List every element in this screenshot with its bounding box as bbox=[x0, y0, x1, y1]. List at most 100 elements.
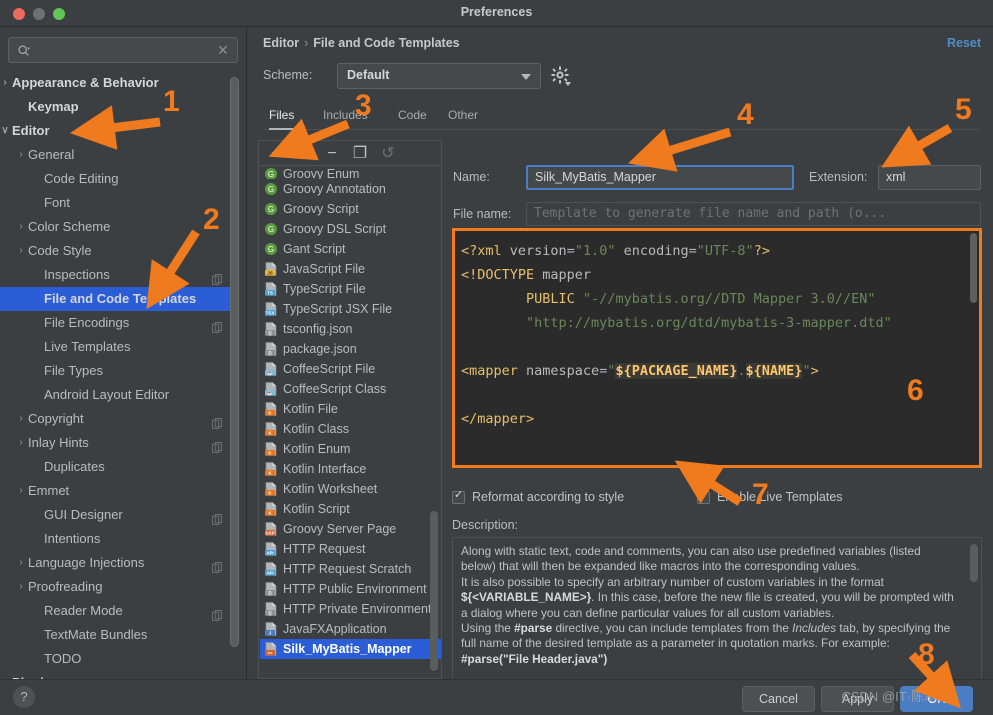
template-list-item-label: Kotlin Worksheet bbox=[283, 482, 378, 496]
template-list-item[interactable]: GSP Groovy Server Page bbox=[260, 519, 441, 539]
remove-button[interactable]: − bbox=[323, 145, 341, 163]
template-list-item[interactable]: K Kotlin File bbox=[260, 399, 441, 419]
help-button[interactable]: ? bbox=[13, 686, 35, 708]
template-list-item[interactable]: G Groovy DSL Script bbox=[260, 219, 441, 239]
template-list-item[interactable]: G Gant Script bbox=[260, 239, 441, 259]
template-list-item[interactable]: {} package.json bbox=[260, 339, 441, 359]
ok-button[interactable]: OK bbox=[900, 686, 973, 712]
search-input[interactable] bbox=[39, 38, 219, 62]
apply-button[interactable]: Apply bbox=[821, 686, 894, 712]
gear-icon[interactable] bbox=[551, 66, 571, 86]
sidebar-item-emmet[interactable]: › Emmet bbox=[0, 479, 233, 503]
template-list-item[interactable]: K Kotlin Worksheet bbox=[260, 479, 441, 499]
sidebar-item-editor[interactable]: ∨ Editor bbox=[0, 119, 233, 143]
sidebar-item-keymap[interactable]: Keymap bbox=[0, 95, 233, 119]
template-list-item[interactable]: K Kotlin Enum bbox=[260, 439, 441, 459]
close-icon[interactable]: ✕ bbox=[216, 43, 230, 57]
sidebar-item-code-style[interactable]: › Code Style bbox=[0, 239, 233, 263]
tab-code[interactable]: Code bbox=[398, 105, 427, 130]
template-list-item[interactable]: TSX TypeScript JSX File bbox=[260, 299, 441, 319]
extension-input[interactable]: xml bbox=[878, 165, 981, 190]
sidebar-item-gui-designer[interactable]: GUI Designer bbox=[0, 503, 233, 527]
template-list-item[interactable]: <> Silk_MyBatis_Mapper bbox=[260, 639, 441, 659]
sidebar-item-inlay-hints[interactable]: › Inlay Hints bbox=[0, 431, 233, 455]
scheme-select[interactable]: Default bbox=[337, 63, 541, 89]
svg-text:JS: JS bbox=[267, 270, 272, 275]
reset-link[interactable]: Reset bbox=[947, 36, 981, 50]
template-list-item[interactable]: ☕ CoffeeScript File bbox=[260, 359, 441, 379]
chevron-right-icon[interactable]: › bbox=[16, 407, 26, 431]
template-list-item[interactable]: {} tsconfig.json bbox=[260, 319, 441, 339]
tab-files[interactable]: Files bbox=[269, 105, 295, 130]
template-list-item[interactable]: K Kotlin Script bbox=[260, 499, 441, 519]
sidebar-item-copyright[interactable]: › Copyright bbox=[0, 407, 233, 431]
cancel-button[interactable]: Cancel bbox=[742, 686, 815, 712]
template-list-item[interactable]: {} HTTP Public Environment bbox=[260, 579, 441, 599]
svg-text:G: G bbox=[268, 170, 274, 179]
template-list-item[interactable]: TS TypeScript File bbox=[260, 279, 441, 299]
chevron-down-icon[interactable]: ∨ bbox=[0, 119, 10, 143]
sidebar-item-language-injections[interactable]: › Language Injections bbox=[0, 551, 233, 575]
sidebar-item-proofreading[interactable]: › Proofreading bbox=[0, 575, 233, 599]
sidebar-item-appearance-behavior[interactable]: › Appearance & Behavior bbox=[0, 71, 233, 95]
sidebar-item-android-layout-editor[interactable]: Android Layout Editor bbox=[0, 383, 233, 407]
sidebar-item-code-editing[interactable]: Code Editing bbox=[0, 167, 233, 191]
checkbox-enable-live-templates[interactable] bbox=[697, 489, 710, 504]
template-list-item[interactable]: G Groovy Script bbox=[260, 199, 441, 219]
sidebar-item-file-and-code-templates[interactable]: File and Code Templates bbox=[0, 287, 233, 311]
template-list-item[interactable]: JS JavaScript File bbox=[260, 259, 441, 279]
template-list-item[interactable]: K Kotlin Interface bbox=[260, 459, 441, 479]
template-list-item[interactable]: ☕ CoffeeScript Class bbox=[260, 379, 441, 399]
checkbox-label[interactable]: Enable Live Templates bbox=[717, 490, 843, 504]
sidebar-item-duplicates[interactable]: Duplicates bbox=[0, 455, 233, 479]
filename-input[interactable]: Template to generate file name and path … bbox=[526, 202, 981, 226]
description-scrollbar[interactable] bbox=[970, 544, 978, 582]
checkbox-label[interactable]: Reformat according to style bbox=[472, 490, 624, 504]
sidebar-item-reader-mode[interactable]: Reader Mode bbox=[0, 599, 233, 623]
chevron-right-icon[interactable]: › bbox=[16, 143, 26, 167]
sidebar-item-intentions[interactable]: Intentions bbox=[0, 527, 233, 551]
sidebar-item-todo[interactable]: TODO bbox=[0, 647, 233, 671]
json-file-icon: {} bbox=[264, 582, 278, 596]
template-list-item[interactable]: API HTTP Request bbox=[260, 539, 441, 559]
template-code-editor[interactable]: <?xml version="1.0" encoding="UTF-8"?> <!… bbox=[452, 228, 982, 468]
duplicate-button[interactable]: ❐ bbox=[351, 145, 369, 163]
sidebar-item-file-types[interactable]: File Types bbox=[0, 359, 233, 383]
chevron-right-icon[interactable]: › bbox=[16, 551, 26, 575]
template-list-item[interactable]: G Groovy Annotation bbox=[260, 179, 441, 199]
template-list-item[interactable]: API HTTP Request Scratch bbox=[260, 559, 441, 579]
copy-template-button[interactable]: ⧉ bbox=[295, 145, 313, 163]
template-list-item[interactable]: K Kotlin Class bbox=[260, 419, 441, 439]
template-list-item[interactable]: G Groovy Enum bbox=[260, 167, 441, 179]
sidebar-scrollbar[interactable] bbox=[230, 77, 239, 647]
sidebar-item-live-templates[interactable]: Live Templates bbox=[0, 335, 233, 359]
svg-text:G: G bbox=[268, 245, 274, 254]
sidebar-item-textmate-bundles[interactable]: TextMate Bundles bbox=[0, 623, 233, 647]
template-list-item[interactable]: {} HTTP Private Environment bbox=[260, 599, 441, 619]
chevron-right-icon[interactable]: › bbox=[16, 431, 26, 455]
sidebar-item-file-encodings[interactable]: File Encodings bbox=[0, 311, 233, 335]
chevron-right-icon[interactable]: › bbox=[16, 239, 26, 263]
template-list-item-label: JavaFXApplication bbox=[283, 622, 387, 636]
chevron-right-icon[interactable]: › bbox=[16, 215, 26, 239]
name-input[interactable]: Silk_MyBatis_Mapper bbox=[526, 165, 794, 190]
sidebar-item-plugins[interactable]: Plugins bbox=[0, 671, 233, 679]
breadcrumb-root[interactable]: Editor bbox=[263, 36, 299, 50]
template-list-item[interactable]: J JavaFXApplication bbox=[260, 619, 441, 639]
tab-other[interactable]: Other bbox=[448, 105, 478, 130]
reset-to-default-button[interactable]: ↺ bbox=[379, 145, 397, 163]
template-list-scrollbar[interactable] bbox=[430, 511, 438, 671]
sidebar-item-font[interactable]: Font bbox=[0, 191, 233, 215]
chevron-right-icon[interactable]: › bbox=[0, 71, 10, 95]
chevron-right-icon[interactable]: › bbox=[16, 479, 26, 503]
sidebar-search[interactable]: ✕ bbox=[8, 37, 238, 63]
sidebar-item-general[interactable]: › General bbox=[0, 143, 233, 167]
chevron-right-icon[interactable]: › bbox=[16, 575, 26, 599]
sidebar-item-inspections[interactable]: Inspections bbox=[0, 263, 233, 287]
add-button[interactable]: + bbox=[267, 145, 285, 163]
template-list[interactable]: G Groovy Enum G Groovy Annotation G Groovy Sc… bbox=[260, 167, 441, 678]
sidebar-item-color-scheme[interactable]: › Color Scheme bbox=[0, 215, 233, 239]
checkbox-reformat-according-to-style[interactable] bbox=[452, 489, 465, 504]
code-scrollbar[interactable] bbox=[970, 233, 977, 303]
template-list-item-label: Groovy Enum bbox=[283, 167, 360, 179]
